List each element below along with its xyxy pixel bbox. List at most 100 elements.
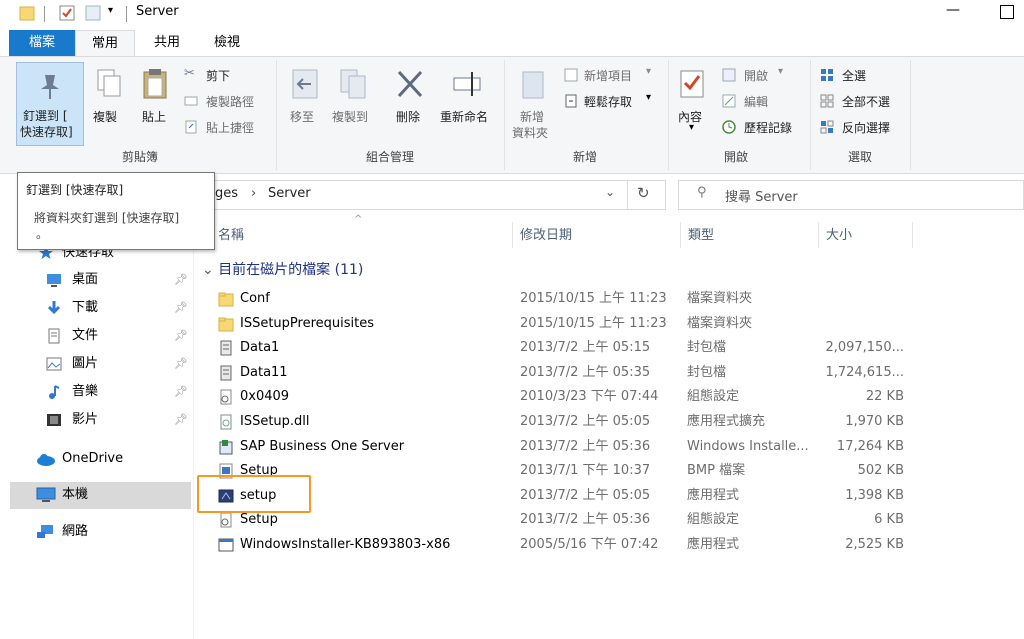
maximize-button[interactable] bbox=[1000, 5, 1014, 19]
file-name[interactable]: WindowsInstaller-KB893803-x86 bbox=[240, 533, 450, 557]
cabinet-icon bbox=[220, 340, 232, 356]
properties-button[interactable]: 內容 ▾ bbox=[674, 64, 712, 136]
pin-to-quick-access-button[interactable]: 釘選到 [ 快速存取] bbox=[16, 62, 84, 146]
pin-icon[interactable]: 📌︎ bbox=[174, 357, 188, 370]
open-icon bbox=[722, 68, 736, 82]
pin-icon[interactable]: 📌︎ bbox=[174, 413, 188, 426]
download-icon bbox=[47, 301, 61, 315]
new-item-button[interactable]: 新增項目 ▾ bbox=[564, 66, 660, 84]
file-size: 6 KB bbox=[874, 512, 904, 528]
file-name[interactable]: ISSetup.dll bbox=[240, 410, 310, 434]
paste-icon bbox=[143, 69, 167, 99]
tab-file[interactable]: 檔案 bbox=[9, 30, 75, 56]
breadcrumb-current[interactable]: Server bbox=[268, 186, 311, 201]
file-row[interactable]: Data1 2013/7/2 上午 05:15 封包檔 2,097,150... bbox=[200, 336, 920, 360]
file-name[interactable]: ISSetupPrerequisites bbox=[240, 312, 374, 336]
search-placeholder[interactable]: 搜尋 Server bbox=[725, 186, 798, 205]
properties-checkmark-icon[interactable] bbox=[58, 4, 76, 22]
file-name[interactable]: SAP Business One Server bbox=[240, 435, 404, 459]
nav-onedrive-label: OneDrive bbox=[62, 451, 124, 466]
file-size: 17,264 KB bbox=[836, 438, 904, 454]
file-row[interactable]: WindowsInstaller-KB893803-x86 2005/5/16 下… bbox=[200, 533, 920, 557]
title-bar: ▾ Server — bbox=[0, 0, 1024, 28]
nav-item[interactable]: 影片 📌︎ bbox=[46, 407, 192, 433]
file-type: 檔案資料夾 bbox=[687, 291, 753, 306]
organize-group-label: 組合管理 bbox=[365, 150, 414, 164]
nav-onedrive[interactable]: OneDrive bbox=[36, 446, 186, 472]
pin-icon[interactable]: 📌︎ bbox=[174, 329, 188, 342]
select-none-button[interactable]: 全部不選 bbox=[820, 92, 904, 110]
select-none-icon bbox=[820, 94, 834, 108]
paste-shortcut-label: 貼上捷徑 bbox=[206, 121, 255, 135]
move-to-button[interactable]: 移至 bbox=[288, 64, 324, 134]
file-size: 2,097,150... bbox=[825, 340, 904, 356]
file-date: 2015/10/15 上午 11:23 bbox=[520, 291, 667, 306]
tab-share[interactable]: 共用 bbox=[140, 30, 194, 56]
file-row[interactable]: Data11 2013/7/2 上午 05:35 封包檔 1,724,615... bbox=[200, 361, 920, 385]
pin-icon[interactable]: 📌︎ bbox=[174, 301, 188, 314]
file-name[interactable]: 0x0409 bbox=[240, 385, 289, 409]
copy-path-icon bbox=[184, 96, 198, 106]
easy-access-button[interactable]: 輕鬆存取 ▾ bbox=[564, 92, 660, 110]
open-button[interactable]: 開啟 ▾ bbox=[722, 66, 792, 84]
pin-label-line1: 釘選到 [ bbox=[23, 109, 68, 123]
nav-network[interactable]: 網路 bbox=[36, 519, 186, 545]
delete-button[interactable]: 刪除 bbox=[392, 64, 428, 134]
pin-icon[interactable]: 📌︎ bbox=[174, 385, 188, 398]
file-date: 2013/7/2 上午 05:15 bbox=[520, 340, 651, 356]
new-folder-qa-icon[interactable] bbox=[84, 4, 102, 22]
customize-quick-access-icon[interactable]: ▾ bbox=[108, 5, 113, 16]
nav-this-pc-label: 本機 bbox=[62, 487, 89, 502]
file-row[interactable]: SAP Business One Server 2013/7/2 上午 05:36… bbox=[200, 435, 920, 459]
address-bar[interactable]: ges › Server ⌄ ↻ bbox=[214, 180, 666, 210]
file-row[interactable]: ISSetup.dll 2013/7/2 上午 05:05 應用程式擴充 1,970 … bbox=[200, 410, 920, 434]
select-all-button[interactable]: 全選 bbox=[820, 66, 900, 84]
column-header-date[interactable]: 修改日期 bbox=[520, 224, 572, 248]
nav-item[interactable]: 桌面 📌︎ bbox=[46, 267, 192, 293]
refresh-icon[interactable]: ↻ bbox=[637, 184, 650, 202]
cut-button[interactable]: ✂ 剪下 bbox=[184, 66, 264, 84]
file-group-header[interactable]: ⌄ 目前在磁片的檔案 (11) bbox=[202, 259, 363, 281]
invert-selection-button[interactable]: 反向選擇 bbox=[820, 118, 904, 136]
pin-icon[interactable]: 📌︎ bbox=[174, 273, 188, 286]
search-box[interactable]: ⚲ 搜尋 Server bbox=[678, 180, 1024, 210]
pin-icon bbox=[41, 75, 59, 99]
new-folder-button[interactable]: 新增 資料夾 bbox=[510, 64, 558, 144]
copy-path-button[interactable]: 複製路徑 bbox=[184, 92, 268, 110]
new-folder-label-line2: 資料夾 bbox=[512, 126, 549, 140]
paste-shortcut-button[interactable]: 貼上捷徑 bbox=[184, 118, 268, 136]
collapse-chevron-icon[interactable]: ⌄ bbox=[202, 262, 214, 278]
tooltip-title: 釘選到 [快速存取] bbox=[26, 183, 124, 197]
file-size: 22 KB bbox=[865, 389, 904, 405]
address-partial[interactable]: ges bbox=[215, 186, 238, 201]
column-header-type[interactable]: 類型 bbox=[688, 224, 714, 248]
file-row[interactable]: ISSetupPrerequisites 2015/10/15 上午 11:23 檔… bbox=[200, 312, 920, 336]
minimize-button[interactable]: — bbox=[946, 2, 960, 18]
paste-button[interactable]: 貼上 bbox=[136, 64, 176, 134]
file-name[interactable]: Data1 bbox=[240, 336, 279, 360]
nav-item[interactable]: 文件 📌︎ bbox=[46, 323, 192, 349]
file-name[interactable]: Data11 bbox=[240, 361, 288, 385]
file-row[interactable]: Conf 2015/10/15 上午 11:23 檔案資料夾 bbox=[200, 287, 920, 311]
copy-button[interactable]: 複製 bbox=[88, 64, 128, 134]
column-header-name[interactable]: 名稱 bbox=[218, 224, 244, 248]
column-header-size[interactable]: 大小 bbox=[826, 224, 852, 248]
open-label: 開啟 bbox=[744, 69, 769, 83]
edit-button[interactable]: 編輯 bbox=[722, 92, 792, 110]
copy-to-button[interactable]: 複製到 bbox=[330, 64, 378, 134]
tab-view[interactable]: 檢視 bbox=[200, 30, 254, 56]
breadcrumb-chevron-icon[interactable]: › bbox=[251, 186, 256, 201]
tab-home[interactable]: 常用 bbox=[75, 30, 135, 57]
history-button[interactable]: 歷程記錄 bbox=[722, 118, 806, 136]
folder-icon bbox=[218, 292, 234, 307]
file-name[interactable]: Conf bbox=[240, 287, 270, 311]
file-row[interactable]: 0x0409 2010/3/23 下午 07:44 組態設定 22 KB bbox=[200, 385, 920, 409]
nav-item[interactable]: 下載 📌︎ bbox=[46, 295, 192, 321]
folder-icon bbox=[19, 6, 35, 21]
nav-this-pc[interactable]: 本機 bbox=[10, 482, 191, 509]
address-dropdown-icon[interactable]: ⌄ bbox=[605, 185, 615, 199]
rename-button[interactable]: 重新命名 bbox=[438, 64, 496, 134]
file-date: 2013/7/2 上午 05:36 bbox=[520, 512, 651, 528]
nav-item[interactable]: 音樂 📌︎ bbox=[46, 379, 192, 405]
nav-item[interactable]: 圖片 📌︎ bbox=[46, 351, 192, 377]
